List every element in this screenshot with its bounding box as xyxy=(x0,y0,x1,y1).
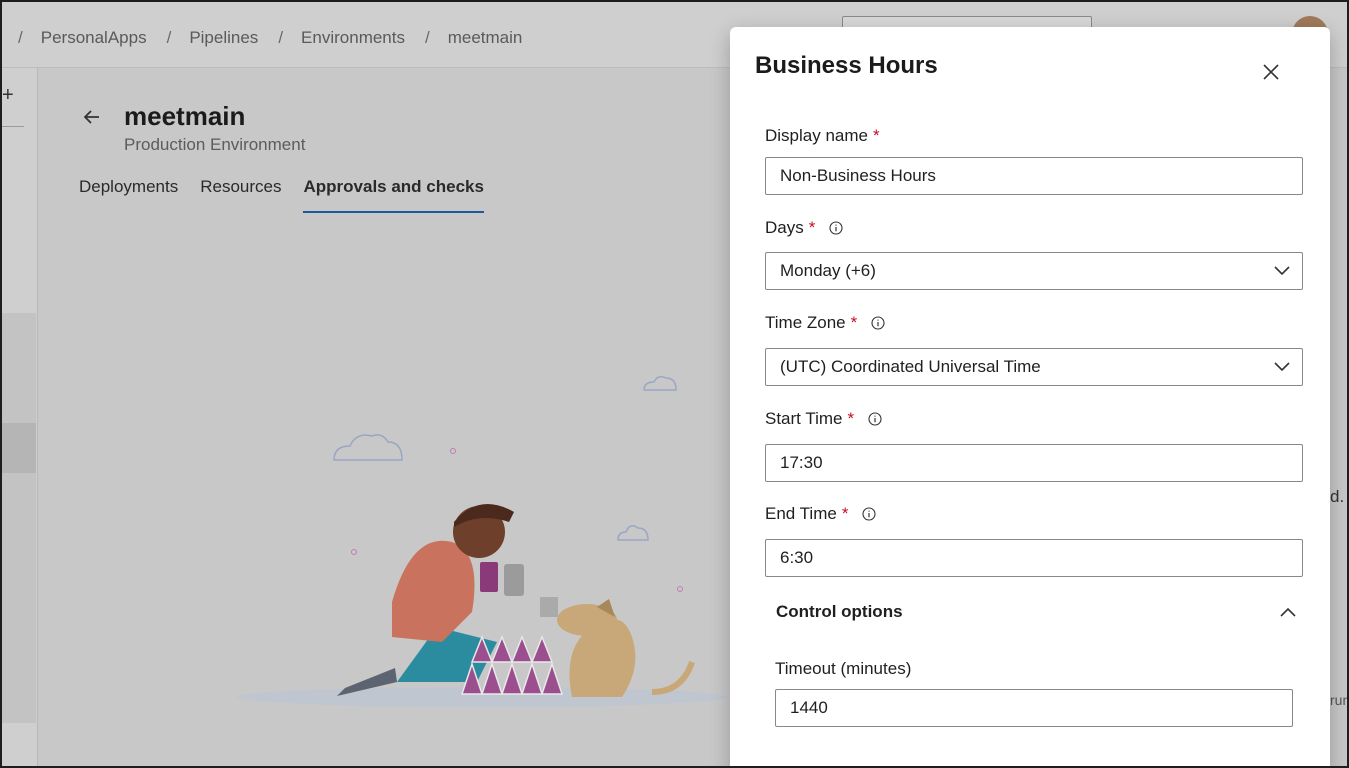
breadcrumb-item-pipelines[interactable]: Pipelines xyxy=(189,28,258,48)
time-zone-label-text: Time Zone xyxy=(765,313,846,332)
start-time-input[interactable]: 17:30 xyxy=(765,444,1303,482)
close-icon xyxy=(1263,64,1279,80)
end-time-label-text: End Time xyxy=(765,504,837,523)
business-hours-panel: Business Hours Display name * Non-Busine… xyxy=(730,27,1330,766)
timeout-value: 1440 xyxy=(790,698,828,717)
tab-deployments[interactable]: Deployments xyxy=(79,177,178,213)
required-marker: * xyxy=(850,313,858,332)
end-time-input[interactable]: 6:30 xyxy=(765,539,1303,577)
breadcrumb-separator: / xyxy=(166,28,172,47)
time-zone-label: Time Zone * xyxy=(765,313,885,333)
timeout-input[interactable]: 1440 xyxy=(775,689,1293,727)
required-marker: * xyxy=(808,218,816,237)
add-icon[interactable]: + xyxy=(2,84,14,107)
breadcrumb-item-meetmain[interactable]: meetmain xyxy=(448,28,523,48)
start-time-label-text: Start Time xyxy=(765,409,843,428)
tab-approvals-and-checks[interactable]: Approvals and checks xyxy=(303,177,484,213)
days-dropdown[interactable]: Monday (+6) xyxy=(765,252,1303,290)
timeout-label-text: Timeout (minutes) xyxy=(775,659,912,678)
display-name-input[interactable]: Non-Business Hours xyxy=(765,157,1303,195)
required-marker: * xyxy=(847,409,855,428)
start-time-value: 17:30 xyxy=(780,453,823,472)
days-value: Monday (+6) xyxy=(780,261,876,280)
panel-title: Business Hours xyxy=(755,52,938,79)
display-name-label-text: Display name xyxy=(765,126,868,145)
display-name-label: Display name * xyxy=(765,126,880,146)
arrow-left-icon[interactable] xyxy=(82,107,102,133)
required-marker: * xyxy=(841,504,849,523)
control-options-title: Control options xyxy=(776,602,903,621)
rail-divider xyxy=(2,126,24,127)
breadcrumb-item-environments[interactable]: Environments xyxy=(301,28,405,48)
window-frame: / PersonalApps / Pipelines / Environment… xyxy=(0,0,1349,768)
rail-section xyxy=(2,313,36,723)
required-marker: * xyxy=(873,126,880,145)
info-icon[interactable] xyxy=(868,412,882,426)
breadcrumb-item-personalapps[interactable]: PersonalApps xyxy=(41,28,147,48)
page-subtitle: Production Environment xyxy=(124,135,306,154)
time-zone-dropdown[interactable]: (UTC) Coordinated Universal Time xyxy=(765,348,1303,386)
page-title: meetmain xyxy=(124,101,246,131)
display-name-value: Non-Business Hours xyxy=(780,166,936,185)
rail-selected-item[interactable] xyxy=(2,423,36,473)
chevron-down-icon xyxy=(1274,362,1290,372)
time-zone-value: (UTC) Coordinated Universal Time xyxy=(780,357,1041,376)
background-text-fragment: run xyxy=(1330,692,1349,708)
info-icon[interactable] xyxy=(871,316,885,330)
chevron-down-icon xyxy=(1274,266,1290,276)
end-time-value: 6:30 xyxy=(780,548,814,567)
background-text-fragment: d. xyxy=(1330,487,1345,506)
start-time-label: Start Time * xyxy=(765,409,882,429)
breadcrumb-separator: / xyxy=(278,28,284,47)
control-options-header[interactable]: Control options xyxy=(776,602,1296,622)
timeout-label: Timeout (minutes) xyxy=(775,659,911,679)
breadcrumb-separator: / xyxy=(424,28,430,47)
info-icon[interactable] xyxy=(829,221,843,235)
days-label-text: Days xyxy=(765,218,804,237)
breadcrumb: / PersonalApps / Pipelines / Environment… xyxy=(18,28,542,48)
info-icon[interactable] xyxy=(862,507,876,521)
end-time-label: End Time * xyxy=(765,504,876,524)
chevron-up-icon[interactable] xyxy=(1280,607,1296,617)
empty-state-illustration xyxy=(237,375,727,707)
tab-resources[interactable]: Resources xyxy=(200,177,281,213)
close-button[interactable] xyxy=(1258,59,1284,85)
days-label: Days * xyxy=(765,218,843,238)
tab-bar: Deployments Resources Approvals and chec… xyxy=(79,177,506,213)
breadcrumb-separator: / xyxy=(18,28,23,47)
